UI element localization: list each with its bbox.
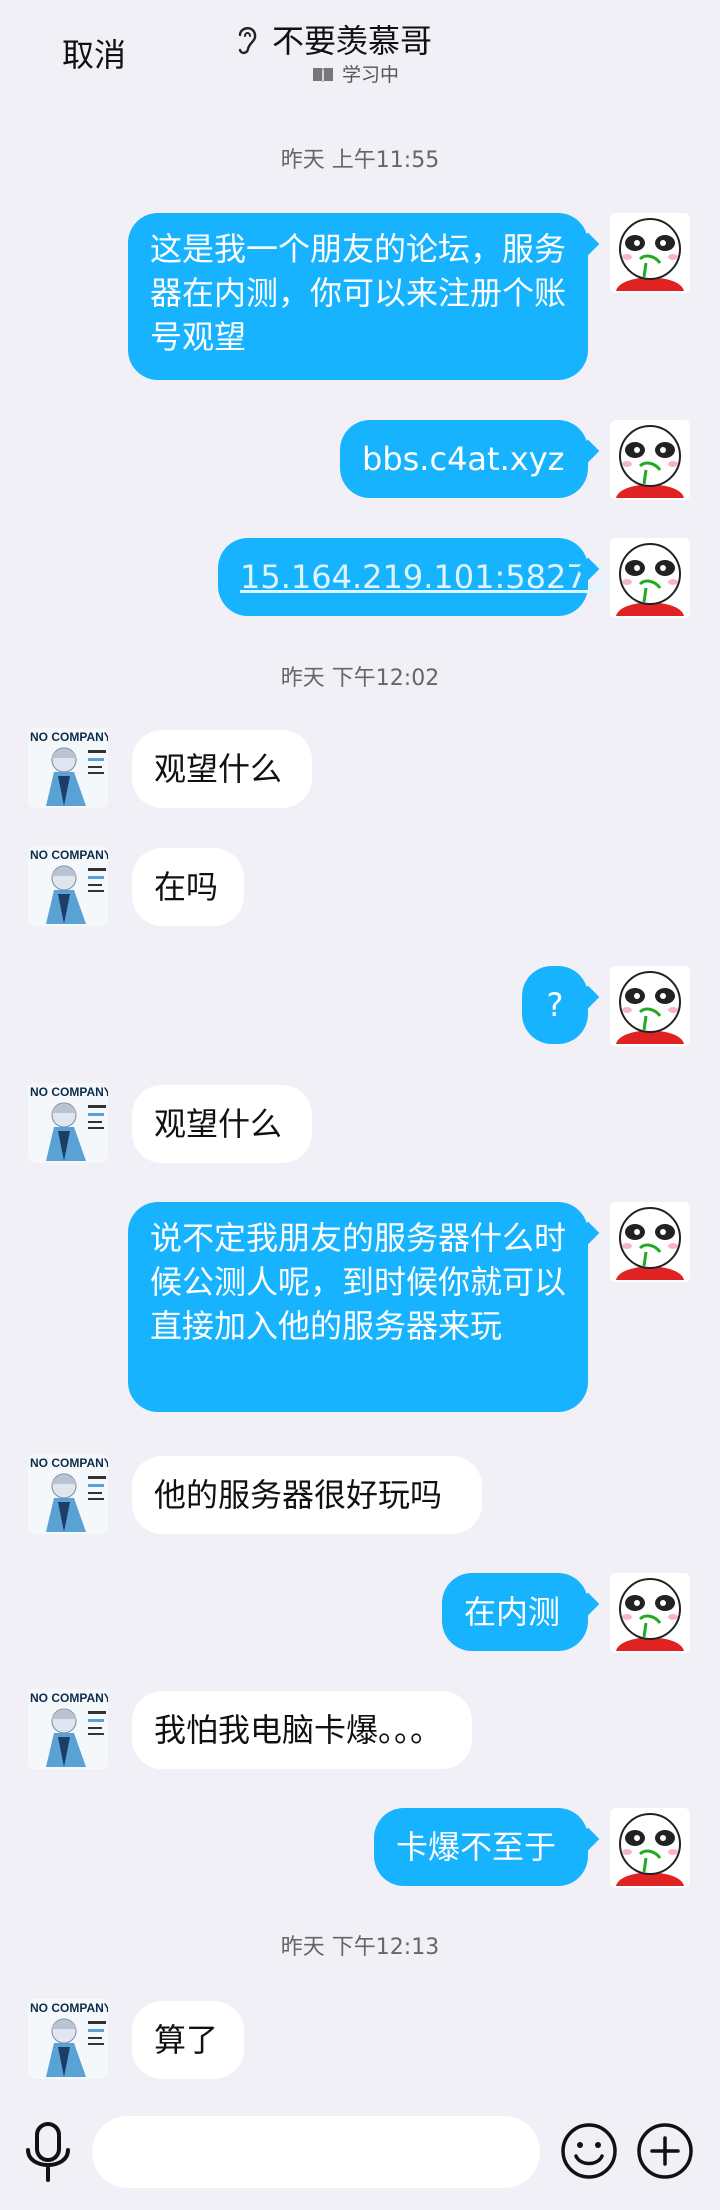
timestamp: 昨天 下午12:02 (280, 666, 440, 691)
svg-text:NO COMPANY: NO COMPANY (30, 1085, 108, 1099)
message-bubble-outgoing[interactable]: ? (522, 966, 588, 1044)
timestamp: 昨天 下午12:13 (280, 1935, 440, 1960)
message-bubble-outgoing[interactable]: 说不定我朋友的服务器什么时候公测人呢，到时候你就可以直接加入他的服务器来玩 (128, 1202, 588, 1412)
plus-icon[interactable] (636, 2122, 694, 2180)
panda-face-avatar-art (610, 1808, 690, 1888)
message-bubble-outgoing[interactable]: bbs.c4at.xyz (340, 420, 588, 498)
svg-text:NO COMPANY: NO COMPANY (30, 730, 108, 744)
anime-poster-avatar-art: NO COMPANY (28, 846, 108, 926)
panda-face-avatar-art (610, 1202, 690, 1282)
avatar-me[interactable] (610, 966, 690, 1046)
message-bubble-outgoing[interactable]: 15.164.219.101:58275 (218, 538, 607, 616)
avatar-contact[interactable]: NO COMPANY (28, 1083, 108, 1163)
avatar-me[interactable] (610, 213, 690, 293)
message-bubble-outgoing[interactable]: 卡爆不至于 (374, 1808, 588, 1886)
anime-poster-avatar-art: NO COMPANY (28, 728, 108, 808)
chat-header: 取消 不要羡慕哥 学习中 (0, 0, 720, 100)
message-bubble-outgoing[interactable]: 在内测 (442, 1573, 588, 1651)
avatar-me[interactable] (610, 538, 690, 618)
message-bubble-outgoing[interactable]: 这是我一个朋友的论坛，服务器在内测，你可以来注册个账号观望 (128, 213, 588, 380)
anime-poster-avatar-art: NO COMPANY (28, 1454, 108, 1534)
avatar-contact[interactable]: NO COMPANY (28, 1999, 108, 2079)
anime-poster-avatar-art: NO COMPANY (28, 1083, 108, 1163)
svg-text:NO COMPANY: NO COMPANY (30, 2001, 108, 2015)
avatar-me[interactable] (610, 1202, 690, 1282)
book-icon (313, 67, 333, 82)
message-bubble-incoming[interactable]: 他的服务器很好玩吗 (132, 1456, 482, 1534)
avatar-me[interactable] (610, 420, 690, 500)
microphone-icon[interactable] (22, 2120, 74, 2184)
panda-face-avatar-art (610, 1573, 690, 1653)
contact-status: 学习中 (312, 60, 399, 87)
message-bubble-incoming[interactable]: 在吗 (132, 848, 244, 926)
panda-face-avatar-art (610, 966, 690, 1046)
cancel-button[interactable]: 取消 (62, 30, 126, 76)
avatar-contact[interactable]: NO COMPANY (28, 1689, 108, 1769)
avatar-contact[interactable]: NO COMPANY (28, 1454, 108, 1534)
svg-text:NO COMPANY: NO COMPANY (30, 848, 108, 862)
avatar-me[interactable] (610, 1808, 690, 1888)
panda-face-avatar-art (610, 420, 690, 500)
anime-poster-avatar-art: NO COMPANY (28, 1689, 108, 1769)
emoji-icon[interactable] (560, 2122, 618, 2180)
contact-name[interactable]: 不要羡慕哥 (272, 16, 432, 62)
anime-poster-avatar-art: NO COMPANY (28, 1999, 108, 2079)
status-text: 学习中 (342, 64, 400, 86)
ip-link[interactable]: 15.164.219.101:58275 (240, 555, 607, 599)
message-bubble-incoming[interactable]: 算了 (132, 2001, 244, 2079)
avatar-me[interactable] (610, 1573, 690, 1653)
avatar-contact[interactable]: NO COMPANY (28, 728, 108, 808)
svg-text:NO COMPANY: NO COMPANY (30, 1456, 108, 1470)
svg-text:NO COMPANY: NO COMPANY (30, 1691, 108, 1705)
panda-face-avatar-art (610, 538, 690, 618)
ear-icon[interactable] (232, 21, 262, 57)
title-row: 不要羡慕哥 (232, 16, 432, 62)
input-bar (0, 2100, 720, 2210)
avatar-contact[interactable]: NO COMPANY (28, 846, 108, 926)
message-input[interactable] (92, 2116, 540, 2188)
timestamp: 昨天 上午11:55 (280, 148, 440, 173)
panda-face-avatar-art (610, 213, 690, 293)
message-bubble-incoming[interactable]: 观望什么 (132, 1085, 312, 1163)
message-bubble-incoming[interactable]: 我怕我电脑卡爆。。。 (132, 1691, 472, 1769)
message-bubble-incoming[interactable]: 观望什么 (132, 730, 312, 808)
